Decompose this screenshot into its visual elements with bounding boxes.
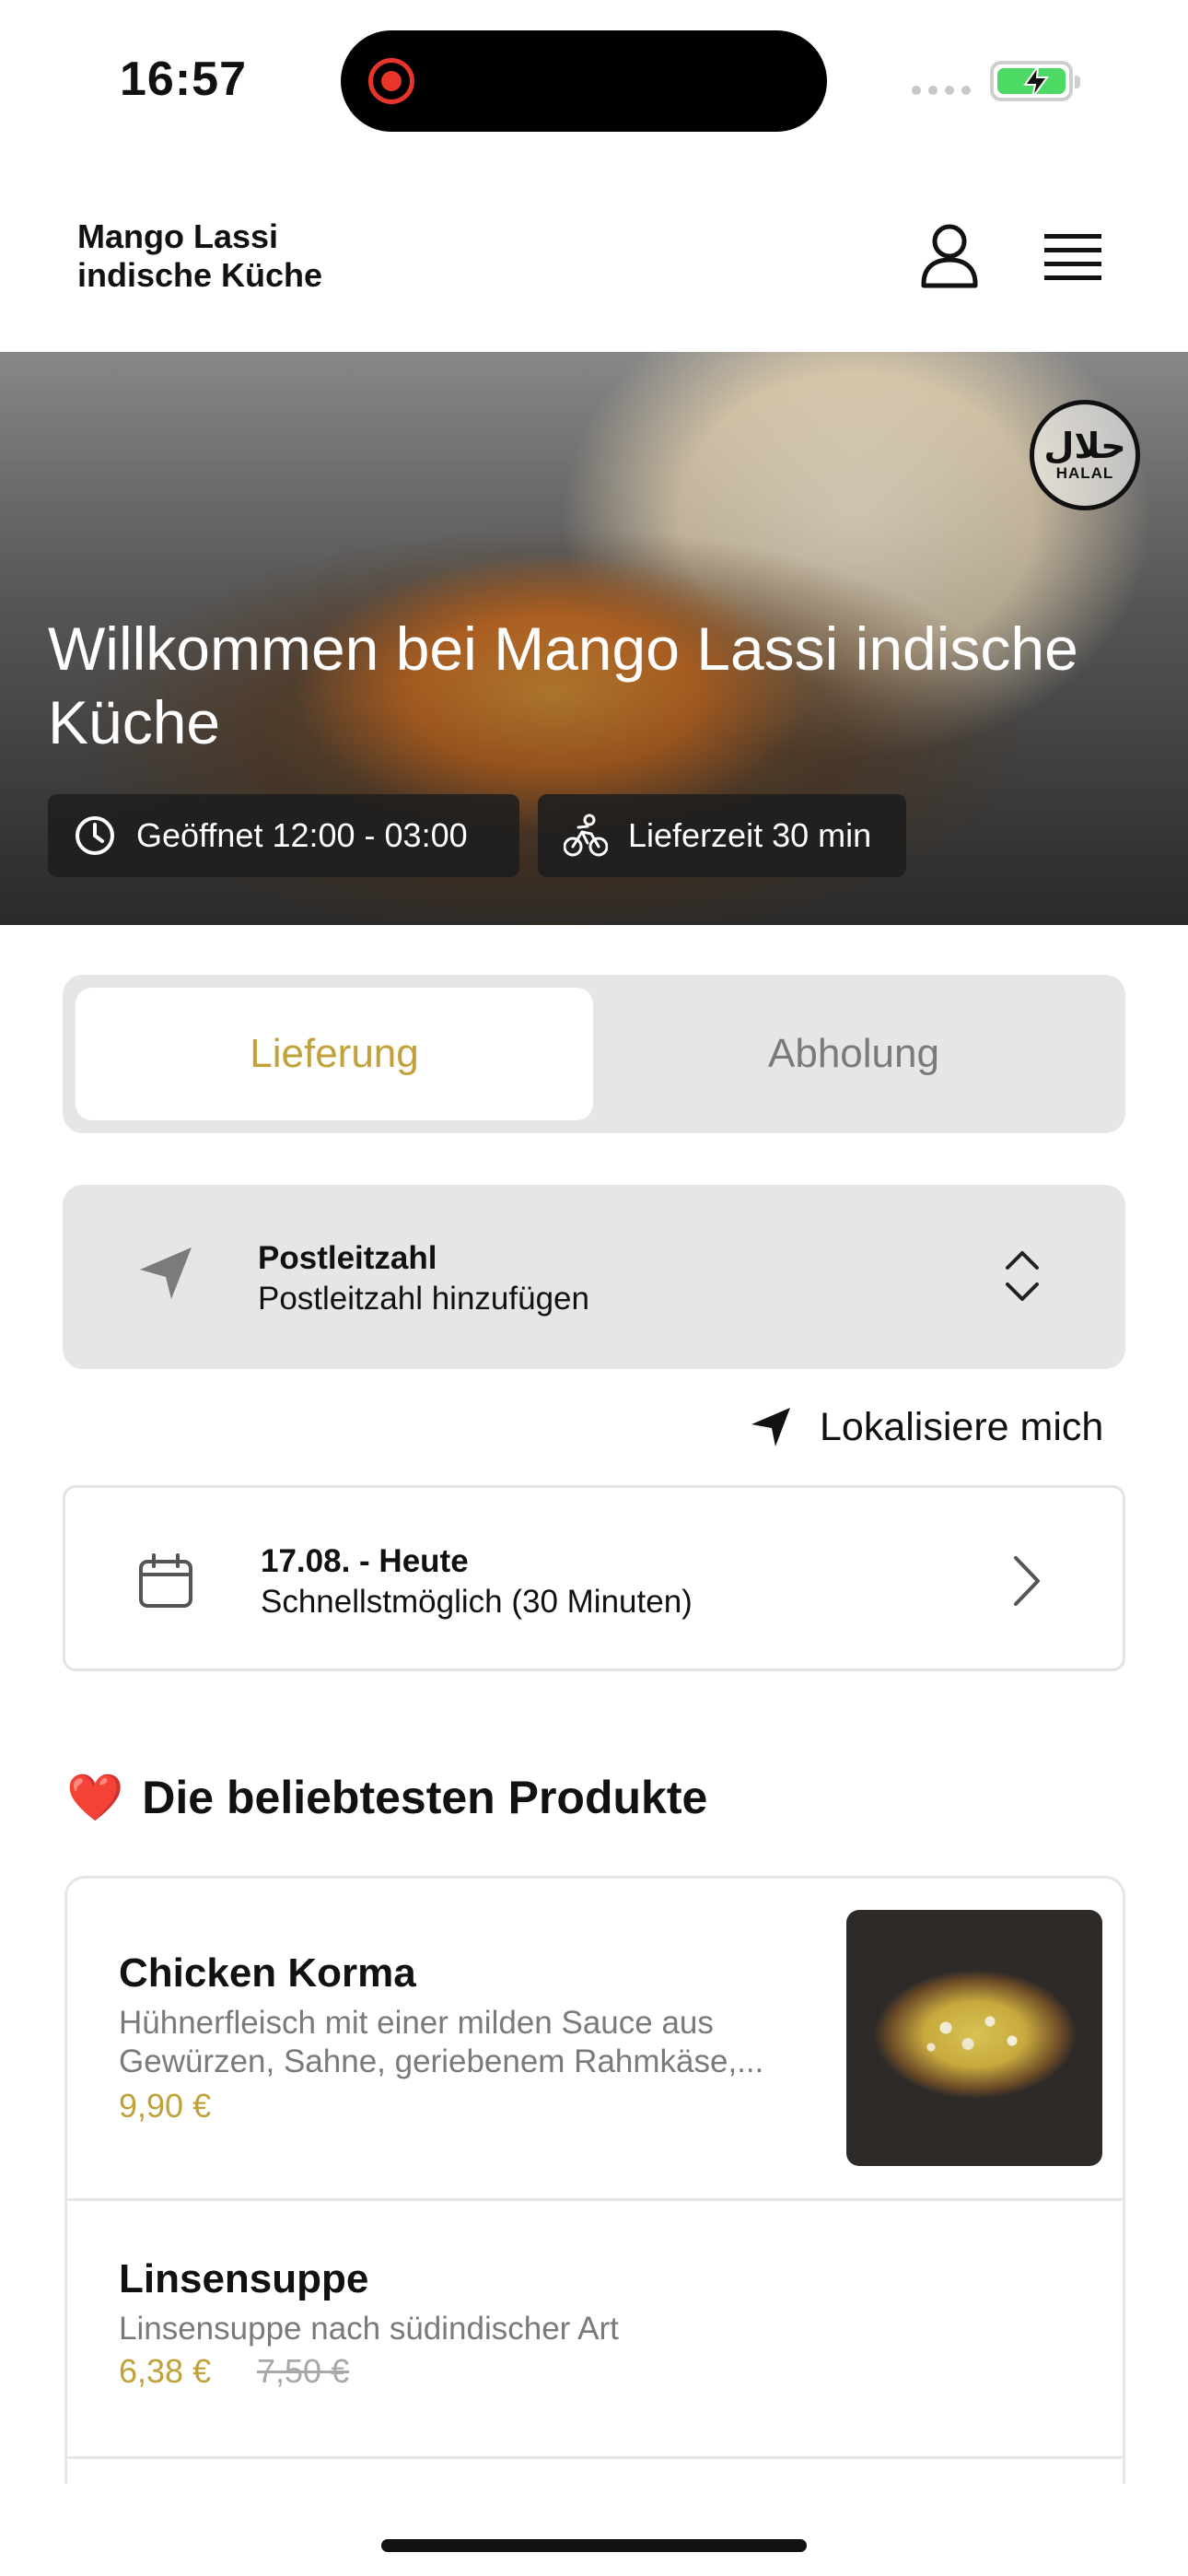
product-list: Chicken Korma Hühnerfleisch mit einer mi… [64, 1876, 1125, 2484]
battery-charging-icon [990, 61, 1080, 101]
delivery-time-selector[interactable]: 17.08. - Heute Schnellstmöglich (30 Minu… [63, 1485, 1125, 1671]
popular-products-heading: ❤️ Die beliebtesten Produkte [66, 1765, 707, 1830]
product-description-line-1: Linsensuppe nach südindischer Art [119, 2311, 619, 2347]
locate-me-label: Lokalisiere mich [820, 1404, 1104, 1449]
product-price: 9,90 € [119, 2087, 212, 2125]
person-icon [921, 224, 978, 288]
brand-line-1: Mango Lassi [77, 217, 279, 255]
order-mode-toggle: Lieferung Abholung [63, 975, 1125, 1133]
postcode-selector[interactable]: Postleitzahl Postleitzahl hinzufügen [63, 1185, 1125, 1369]
opening-hours-text: Geöffnet 12:00 - 03:00 [136, 816, 468, 854]
delivery-time-text: Lieferzeit 30 min [628, 816, 872, 854]
welcome-title: Willkommen bei Mango Lassi indische Küch… [48, 615, 1078, 756]
product-description-line-1: Hühnerfleisch mit einer milden Sauce aus [119, 2005, 714, 2041]
tab-delivery[interactable]: Lieferung [76, 988, 593, 1120]
restaurant-name[interactable]: Mango Lassi indische Küche [77, 217, 322, 295]
delivery-date: 17.08. - Heute [261, 1543, 469, 1579]
recording-indicator-icon [368, 58, 414, 104]
product-original-price: 7,50 € [257, 2352, 350, 2390]
product-card-partial[interactable] [67, 2459, 1123, 2484]
product-image-chicken-korma [846, 1910, 1102, 2166]
postcode-placeholder: Postleitzahl hinzufügen [258, 1281, 589, 1317]
hero-banner: حلال HALAL Willkommen bei Mango Lassi in… [0, 352, 1188, 925]
delivery-time-pill: Lieferzeit 30 min [538, 794, 906, 877]
product-description-line-2: Gewürzen, Sahne, geriebenem Rahmkäse,... [119, 2043, 764, 2079]
halal-badge-text: HALAL [1055, 464, 1114, 482]
menu-button[interactable] [1042, 230, 1103, 286]
opening-hours-pill: Geöffnet 12:00 - 03:00 [48, 794, 519, 877]
halal-badge-arabic: حلال [1043, 426, 1126, 466]
chevron-up-down-icon [1006, 1251, 1039, 1301]
status-time: 16:57 [120, 53, 247, 106]
chevron-right-icon [1014, 1556, 1040, 1606]
tab-pickup[interactable]: Abholung [595, 988, 1112, 1120]
postcode-label: Postleitzahl [258, 1240, 437, 1276]
location-arrow-icon [140, 1247, 192, 1299]
product-price: 6,38 € [119, 2352, 212, 2390]
home-indicator[interactable] [381, 2539, 807, 2552]
popular-products-title: Die beliebtesten Produkte [142, 1772, 708, 1823]
app-header: Mango Lassi indische Küche [0, 203, 1188, 350]
product-name: Linsensuppe [119, 2256, 369, 2301]
calendar-icon [139, 1553, 192, 1608]
account-button[interactable] [916, 221, 983, 295]
halal-badge: حلال HALAL [1030, 400, 1140, 510]
delivery-time-option: Schnellstmöglich (30 Minuten) [261, 1584, 693, 1620]
product-card-linsensuppe[interactable]: Linsensuppe Linsensuppe nach südindische… [67, 2201, 1123, 2459]
clock-icon [76, 816, 114, 855]
cellular-signal-icon [912, 86, 971, 95]
hamburger-menu-icon [1044, 234, 1101, 280]
status-bar: 16:57 [0, 0, 1188, 157]
brand-line-2: indische Küche [77, 256, 323, 294]
dynamic-island [341, 30, 827, 132]
product-name: Chicken Korma [119, 1950, 416, 1996]
locate-me-button[interactable]: Lokalisiere mich [750, 1404, 1103, 1450]
heart-icon: ❤️ [66, 1770, 124, 1824]
location-arrow-icon [751, 1408, 790, 1446]
bicycle-courier-icon [564, 814, 608, 857]
product-card-chicken-korma[interactable]: Chicken Korma Hühnerfleisch mit einer mi… [67, 1879, 1123, 2201]
